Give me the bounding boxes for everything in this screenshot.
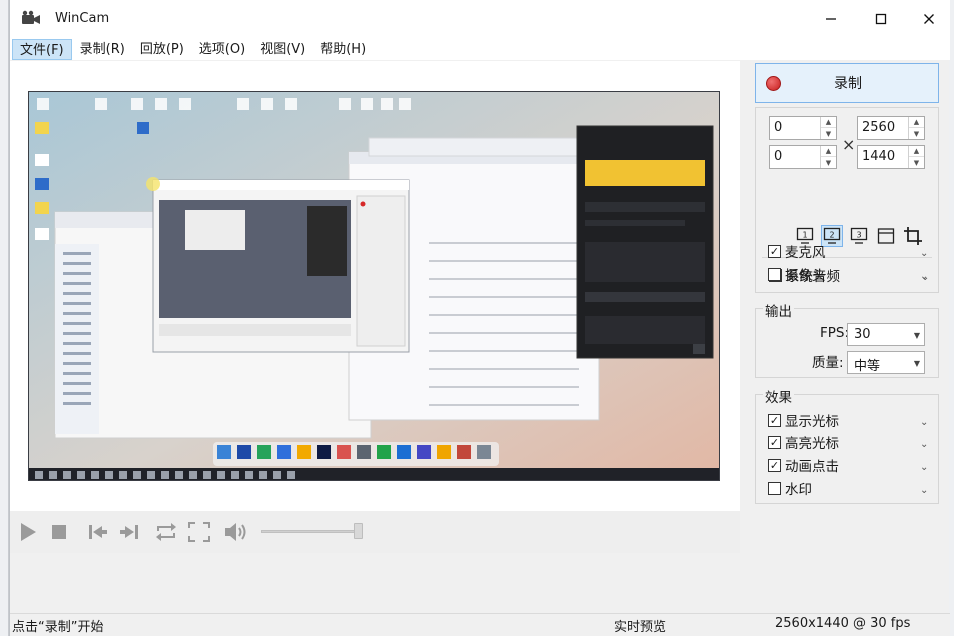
animate-clicks-checkbox[interactable]: ✓ 动画点击 (768, 455, 839, 475)
record-button-label: 录制 (834, 76, 862, 92)
skip-forward-icon[interactable] (117, 519, 141, 545)
fullscreen-icon[interactable] (186, 519, 212, 545)
background-desktop-edge-right (949, 0, 954, 636)
region-height-input[interactable]: 1440 ▲ ▼ (857, 145, 925, 169)
window-title: WinCam (55, 11, 110, 26)
screen-3-button[interactable]: 3 (848, 225, 870, 247)
region-width-down-arrow[interactable]: ▼ (909, 128, 924, 139)
show-cursor-checkbox[interactable]: ✓ 显示光标 (768, 410, 839, 430)
skip-back-icon[interactable] (86, 519, 110, 545)
background-desktop-edge (0, 0, 9, 636)
quality-select[interactable]: 中等 ▼ (847, 351, 925, 374)
microphone-chevron-down-icon[interactable]: ⌄ (920, 248, 928, 259)
crop-icon[interactable] (902, 225, 924, 247)
minimize-button[interactable] (808, 0, 854, 38)
camera-checkbox[interactable]: 摄像头 (768, 264, 826, 284)
status-bar: 点击“录制”开始 实时预览 2560x1440 @ 30 fps (10, 613, 950, 636)
region-y-down-arrow[interactable]: ▼ (821, 157, 836, 168)
region-height-down-arrow[interactable]: ▼ (909, 157, 924, 168)
checkbox-checked-icon: ✓ (768, 458, 781, 472)
menu-view[interactable]: 视图(V) (253, 39, 312, 60)
menu-playback[interactable]: 回放(P) (133, 39, 191, 60)
region-x-down-arrow[interactable]: ▼ (821, 128, 836, 139)
animate-clicks-chevron-down-icon[interactable]: ⌄ (920, 462, 928, 473)
fps-select[interactable]: 30 ▼ (847, 323, 925, 346)
fps-dropdown-arrow-icon: ▼ (913, 331, 920, 340)
preview-area (10, 61, 740, 511)
show-cursor-chevron-down-icon[interactable]: ⌄ (920, 417, 928, 428)
region-x-input[interactable]: 0 ▲ ▼ (769, 116, 837, 140)
highlight-cursor-chevron-down-icon[interactable]: ⌄ (920, 439, 928, 450)
status-mode: 实时预览 (614, 620, 667, 635)
volume-icon[interactable] (223, 519, 251, 545)
loop-icon[interactable] (153, 519, 179, 545)
menu-options[interactable]: 选项(O) (192, 39, 252, 60)
checkbox-unchecked-icon (768, 481, 781, 495)
screen-3-number: 3 (856, 231, 861, 240)
volume-slider-track[interactable] (261, 530, 361, 533)
region-width-input[interactable]: 2560 ▲ ▼ (857, 116, 925, 140)
maximize-button[interactable] (858, 0, 904, 38)
highlight-cursor-checkbox[interactable]: ✓ 高亮光标 (768, 432, 839, 452)
watermark-checkbox[interactable]: 水印 (768, 478, 812, 498)
effects-group-title: 效果 (763, 386, 794, 406)
play-icon[interactable] (16, 519, 40, 545)
quality-dropdown-arrow-icon: ▼ (913, 359, 920, 368)
title-bar: WinCam (10, 0, 950, 38)
output-group-title: 输出 (763, 300, 794, 320)
menu-file[interactable]: 文件(F) (12, 38, 72, 60)
menu-bar: 文件(F) 录制(R) 回放(P) 选项(O) 视图(V) 帮助(H) (10, 38, 950, 60)
region-width-up-arrow[interactable]: ▲ (909, 117, 924, 128)
playback-controls (10, 511, 740, 553)
status-hint: 点击“录制”开始 (12, 620, 104, 635)
status-resolution: 2560x1440 @ 30 fps (775, 616, 911, 631)
camera-chevron-down-icon[interactable]: ⌄ (920, 271, 928, 282)
wincam-window: WinCam 文件(F) 录制(R) 回放(P) 选项(O) 视图(V) 帮助(… (9, 0, 950, 636)
menu-help[interactable]: 帮助(H) (313, 39, 373, 60)
live-preview-image (28, 91, 720, 481)
checkbox-checked-icon: ✓ (768, 413, 781, 427)
checkbox-unchecked-icon (768, 267, 781, 281)
menu-record[interactable]: 录制(R) (73, 39, 132, 60)
fps-label: FPS: (820, 325, 850, 341)
camera-icon (21, 10, 41, 28)
volume-slider-handle[interactable] (354, 523, 363, 539)
stop-icon[interactable] (47, 519, 71, 545)
close-button[interactable] (906, 0, 952, 38)
region-height-up-arrow[interactable]: ▲ (909, 146, 924, 157)
lower-blank-area (10, 553, 740, 613)
screen-2-number: 2 (829, 231, 834, 240)
microphone-checkbox[interactable]: ✓ 麦克风 (768, 241, 826, 261)
multiply-icon: × (842, 135, 856, 154)
region-y-input[interactable]: 0 ▲ ▼ (769, 145, 837, 169)
watermark-chevron-down-icon[interactable]: ⌄ (920, 485, 928, 496)
checkbox-checked-icon: ✓ (768, 244, 781, 258)
window-capture-icon[interactable] (875, 225, 897, 247)
record-button[interactable]: 录制 (755, 63, 939, 103)
screen-1-number: 1 (802, 231, 807, 240)
quality-label: 质量: (812, 355, 844, 371)
region-y-up-arrow[interactable]: ▲ (821, 146, 836, 157)
checkbox-checked-icon: ✓ (768, 435, 781, 449)
region-x-up-arrow[interactable]: ▲ (821, 117, 836, 128)
